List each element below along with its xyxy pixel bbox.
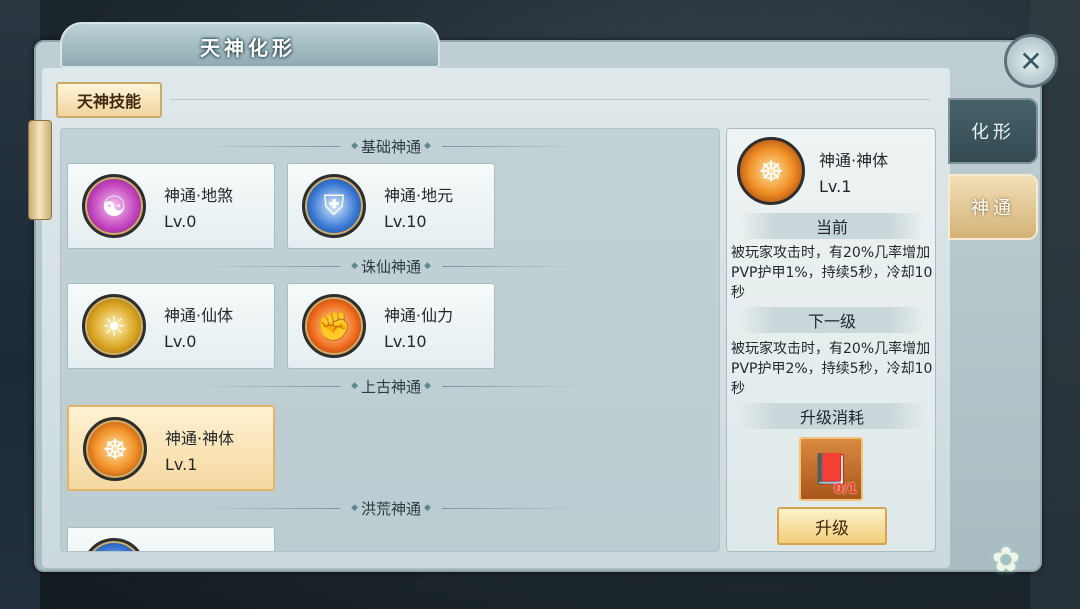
skill-card-selected[interactable]: ☸ 神通·神体 Lv.1: [67, 405, 275, 491]
current-description: 被玩家攻击时，有20%几率增加PVP护甲1%，持续5秒，冷却10秒: [731, 245, 933, 301]
cost-count: 0/1: [834, 482, 857, 497]
skill-name: 神通·地煞: [164, 186, 234, 205]
skill-name: 神通·神体: [165, 429, 235, 448]
skill-name: 神通·仙体: [164, 306, 234, 325]
next-level-label: 下一级: [739, 307, 925, 333]
demon-icon: ☯: [82, 174, 146, 238]
muscle-icon: ✊: [302, 294, 366, 358]
detail-skill-name: 神通·神体: [819, 151, 889, 170]
skill-list-panel[interactable]: ◆ 基础神通 ◆ ☯ 神通·地煞 Lv.0 ⛨ 神通·地元 Lv.10 ◆ 诛仙神通 ◆…: [60, 128, 720, 552]
section-title: ◆ 上古神通 ◆: [61, 375, 719, 397]
meditation-icon: ☸: [737, 137, 805, 205]
close-button[interactable]: ✕: [1004, 34, 1058, 88]
skill-name: 神通·地元: [384, 186, 454, 205]
tab-huaxing[interactable]: 化形: [948, 98, 1038, 164]
skill-card[interactable]: ☯ 神通·地煞 Lv.0: [67, 163, 275, 249]
section-title: ◆ 洪荒神通 ◆: [61, 497, 719, 519]
skill-icon: [82, 538, 146, 551]
skills-header-button[interactable]: 天神技能: [56, 82, 162, 118]
window-title: 天神化形: [200, 36, 296, 60]
skill-name: 神通·仙力: [384, 306, 454, 325]
divider: [170, 99, 930, 100]
scroll-ornament: [28, 120, 52, 220]
detail-skill-level: Lv.1: [819, 177, 852, 196]
skill-level: Lv.1: [165, 455, 198, 474]
skill-card[interactable]: ☀ 神通·仙体 Lv.0: [67, 283, 275, 369]
section-title: ◆ 诛仙神通 ◆: [61, 255, 719, 277]
immortal-icon: ☀: [82, 294, 146, 358]
skill-level: Lv.0: [164, 332, 197, 351]
close-icon: ✕: [1019, 44, 1043, 78]
wolf-shield-icon: ⛨: [302, 174, 366, 238]
skill-card[interactable]: ⛨ 神通·地元 Lv.10: [287, 163, 495, 249]
current-label: 当前: [739, 213, 925, 239]
skill-card-partial[interactable]: [67, 527, 275, 551]
upgrade-button[interactable]: 升级: [777, 507, 887, 545]
skill-level: Lv.10: [384, 332, 427, 351]
lotus-decoration-icon: ✿: [991, 540, 1021, 580]
next-level-description: 被玩家攻击时，有20%几率增加PVP护甲2%，持续5秒，冷却10秒: [731, 341, 933, 397]
upgrade-cost-label: 升级消耗: [739, 403, 925, 429]
section-title: ◆ 基础神通 ◆: [61, 135, 719, 157]
skill-card[interactable]: ✊ 神通·仙力 Lv.10: [287, 283, 495, 369]
cost-item-slot[interactable]: 📕 0/1: [799, 437, 863, 501]
tab-shentong[interactable]: 神通: [948, 174, 1038, 240]
skill-level: Lv.10: [384, 212, 427, 231]
skill-detail-panel: ☸ 神通·神体 Lv.1 当前 被玩家攻击时，有20%几率增加PVP护甲1%，持…: [726, 128, 936, 552]
meditation-icon: ☸: [83, 417, 147, 481]
skill-level: Lv.0: [164, 212, 197, 231]
